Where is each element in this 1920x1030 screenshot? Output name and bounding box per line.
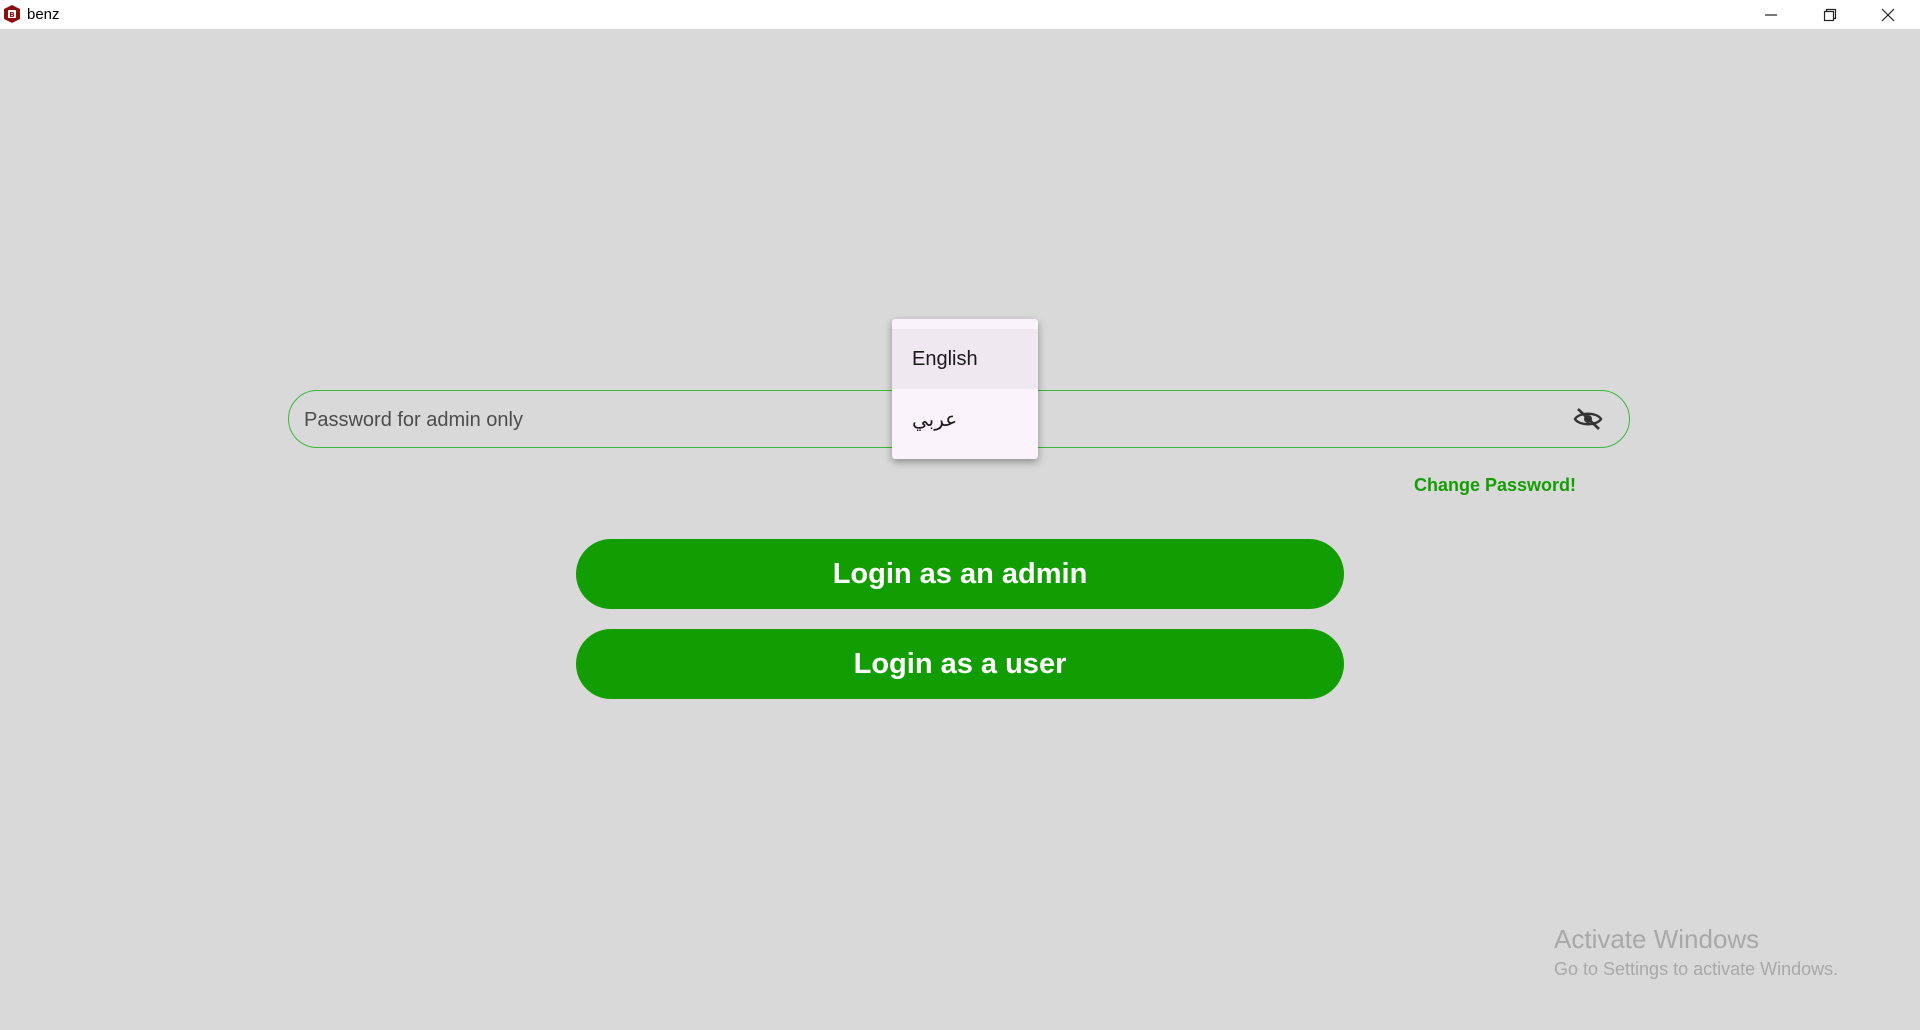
window-title: benz bbox=[27, 6, 60, 23]
minimize-icon bbox=[1765, 13, 1777, 16]
close-button[interactable] bbox=[1859, 0, 1917, 29]
title-bar: B benz bbox=[0, 0, 1920, 29]
minimize-button[interactable] bbox=[1742, 0, 1800, 29]
benz-app-icon: B bbox=[4, 5, 20, 23]
password-placeholder: Password for admin only bbox=[304, 409, 523, 431]
language-option-english[interactable]: English bbox=[892, 329, 1038, 389]
restore-button[interactable] bbox=[1801, 0, 1859, 29]
restore-icon bbox=[1823, 8, 1837, 21]
language-menu: English عربي bbox=[892, 319, 1038, 459]
login-admin-button[interactable]: Login as an admin bbox=[576, 539, 1344, 609]
activate-windows-title: Activate Windows bbox=[1554, 924, 1760, 954]
svg-text:B: B bbox=[9, 11, 14, 19]
language-option-arabic[interactable]: عربي bbox=[892, 389, 1038, 449]
close-icon bbox=[1881, 8, 1895, 21]
login-user-button[interactable]: Login as a user bbox=[576, 629, 1344, 699]
activate-windows-subtitle: Go to Settings to activate Windows. bbox=[1554, 959, 1839, 979]
change-password-link[interactable]: Change Password! bbox=[1414, 475, 1576, 496]
eye-slash-icon[interactable] bbox=[1573, 406, 1603, 432]
